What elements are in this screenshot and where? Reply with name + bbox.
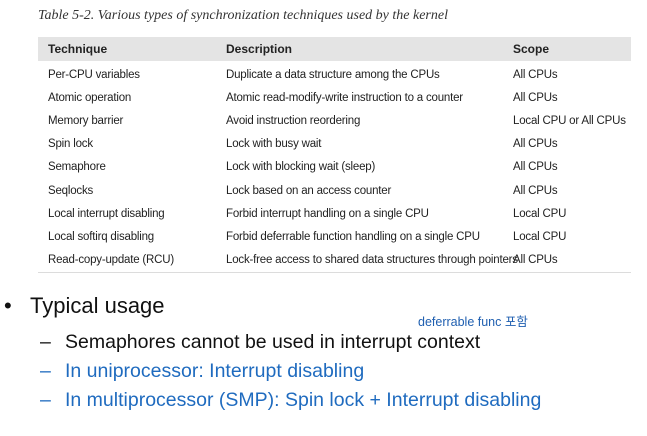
- cell-technique: Read-copy-update (RCU): [48, 254, 174, 267]
- dash-marker: –: [40, 360, 51, 382]
- cell-scope: Local CPU or All CPUs: [513, 114, 626, 127]
- cell-scope: All CPUs: [513, 91, 558, 104]
- cell-scope: All CPUs: [513, 68, 558, 81]
- table-row: Read-copy-update (RCU) Lock-free access …: [38, 249, 631, 272]
- cell-description: Atomic read-modify-write instruction to …: [226, 91, 463, 104]
- cell-description: Duplicate a data structure among the CPU…: [226, 68, 440, 81]
- sub-item-text: Semaphores cannot be used in interrupt c…: [65, 331, 481, 353]
- cell-scope: All CPUs: [513, 138, 558, 151]
- cell-description: Lock with blocking wait (sleep): [226, 161, 376, 174]
- table-row: Local interrupt disabling Forbid interru…: [38, 202, 631, 225]
- cell-scope: Local CPU: [513, 207, 567, 220]
- header-technique: Technique: [48, 42, 108, 56]
- bullet-marker: •: [4, 293, 12, 318]
- dash-marker: –: [40, 331, 51, 353]
- header-scope: Scope: [513, 42, 550, 56]
- table-row: Local softirq disabling Forbid deferrabl…: [38, 225, 631, 248]
- cell-technique: Seqlocks: [48, 184, 94, 197]
- dash-marker: –: [40, 389, 51, 411]
- cell-technique: Per-CPU variables: [48, 68, 140, 81]
- cell-technique: Atomic operation: [48, 91, 132, 104]
- annotation-note: deferrable func 포함: [418, 315, 528, 329]
- cell-scope: All CPUs: [513, 161, 558, 174]
- table-header-row: Technique Description Scope: [38, 37, 631, 61]
- synchronization-table: Technique Description Scope Per-CPU vari…: [38, 37, 631, 273]
- sub-item: – In uniprocessor: Interrupt disabling: [40, 360, 364, 383]
- cell-scope: All CPUs: [513, 254, 558, 267]
- sub-item: – In multiprocessor (SMP): Spin lock + In…: [40, 389, 541, 412]
- cell-technique: Spin lock: [48, 138, 93, 151]
- bullet-typical-usage: • Typical usage: [4, 293, 165, 319]
- table-body: Per-CPU variables Duplicate a data struc…: [38, 61, 631, 273]
- cell-technique: Local interrupt disabling: [48, 207, 165, 220]
- table-row: Spin lock Lock with busy wait All CPUs: [38, 133, 631, 156]
- table-row: Semaphore Lock with blocking wait (sleep…: [38, 156, 631, 179]
- cell-technique: Local softirq disabling: [48, 230, 154, 243]
- sub-item-text: In multiprocessor (SMP): Spin lock + Int…: [65, 389, 542, 411]
- table-caption: Table 5-2. Various types of synchronizat…: [38, 8, 448, 23]
- table-row: Per-CPU variables Duplicate a data struc…: [38, 63, 631, 86]
- cell-technique: Semaphore: [48, 161, 106, 174]
- table-row: Seqlocks Lock based on an access counter…: [38, 179, 631, 202]
- cell-technique: Memory barrier: [48, 114, 124, 127]
- cell-description: Forbid deferrable function handling on a…: [226, 230, 480, 243]
- cell-description: Lock based on an access counter: [226, 184, 392, 197]
- table-row: Memory barrier Avoid instruction reorder…: [38, 109, 631, 132]
- cell-scope: All CPUs: [513, 184, 558, 197]
- bullet-text: Typical usage: [30, 293, 165, 318]
- sub-item: – Semaphores cannot be used in interrupt …: [40, 331, 480, 354]
- cell-description: Lock with busy wait: [226, 138, 322, 151]
- cell-description: Avoid instruction reordering: [226, 114, 361, 127]
- table-row: Atomic operation Atomic read-modify-writ…: [38, 86, 631, 109]
- header-description: Description: [226, 42, 293, 56]
- cell-scope: Local CPU: [513, 230, 567, 243]
- cell-description: Lock-free access to shared data structur…: [226, 254, 518, 267]
- cell-description: Forbid interrupt handling on a single CP…: [226, 207, 429, 220]
- sub-item-text: In uniprocessor: Interrupt disabling: [65, 360, 365, 382]
